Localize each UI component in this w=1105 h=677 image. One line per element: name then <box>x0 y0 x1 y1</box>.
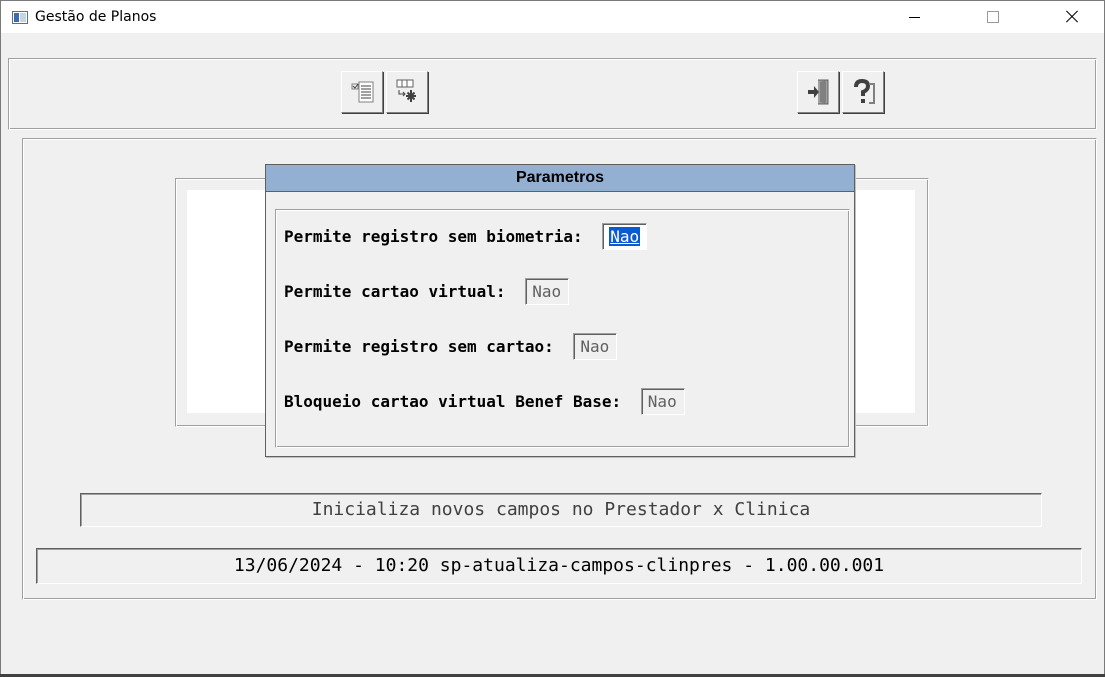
param-label: Permite registro sem cartao: <box>284 337 554 356</box>
parametros-dialog: Parametros Permite registro sem biometri… <box>265 164 855 457</box>
param-label: Bloqueio cartao virtual Benef Base: <box>284 392 622 411</box>
toolbar-panel <box>8 58 1097 130</box>
status-message: Inicializa novos campos no Prestador x C… <box>80 493 1042 527</box>
help-icon <box>854 78 875 104</box>
title-bar[interactable]: Gestão de Planos <box>1 1 1104 33</box>
sem-cartao-field[interactable]: Nao <box>573 333 618 360</box>
dialog-title: Parametros <box>266 165 854 192</box>
cartao-virtual-field[interactable]: Nao <box>525 278 570 305</box>
param-row-cartao-virtual: Permite cartao virtual: Nao <box>284 278 570 306</box>
bloqueio-field[interactable]: Nao <box>640 388 685 415</box>
checklist-button[interactable] <box>341 71 383 113</box>
checklist-icon <box>351 81 374 103</box>
status-info: 13/06/2024 - 10:20 sp-atualiza-campos-cl… <box>36 548 1082 584</box>
field-value: Nao <box>609 227 641 246</box>
param-row-sem-cartao: Permite registro sem cartao: Nao <box>284 333 618 361</box>
exit-door-icon <box>808 79 829 105</box>
process-table-button[interactable] <box>386 71 428 113</box>
minimize-icon[interactable] <box>892 1 938 33</box>
param-label: Permite cartao virtual: <box>284 282 506 301</box>
biometria-field[interactable]: Nao <box>602 223 648 250</box>
param-row-bloqueio: Bloqueio cartao virtual Benef Base: Nao <box>284 388 685 416</box>
maximize-icon[interactable] <box>970 1 1016 33</box>
param-row-biometria: Permite registro sem biometria: Nao <box>284 223 648 251</box>
close-icon[interactable] <box>1049 1 1095 33</box>
exit-button[interactable] <box>797 71 839 113</box>
param-label: Permite registro sem biometria: <box>284 227 583 246</box>
help-button[interactable] <box>842 71 884 113</box>
window-title: Gestão de Planos <box>35 9 157 25</box>
window-app-icon[interactable] <box>12 11 28 24</box>
process-table-icon <box>396 79 416 102</box>
